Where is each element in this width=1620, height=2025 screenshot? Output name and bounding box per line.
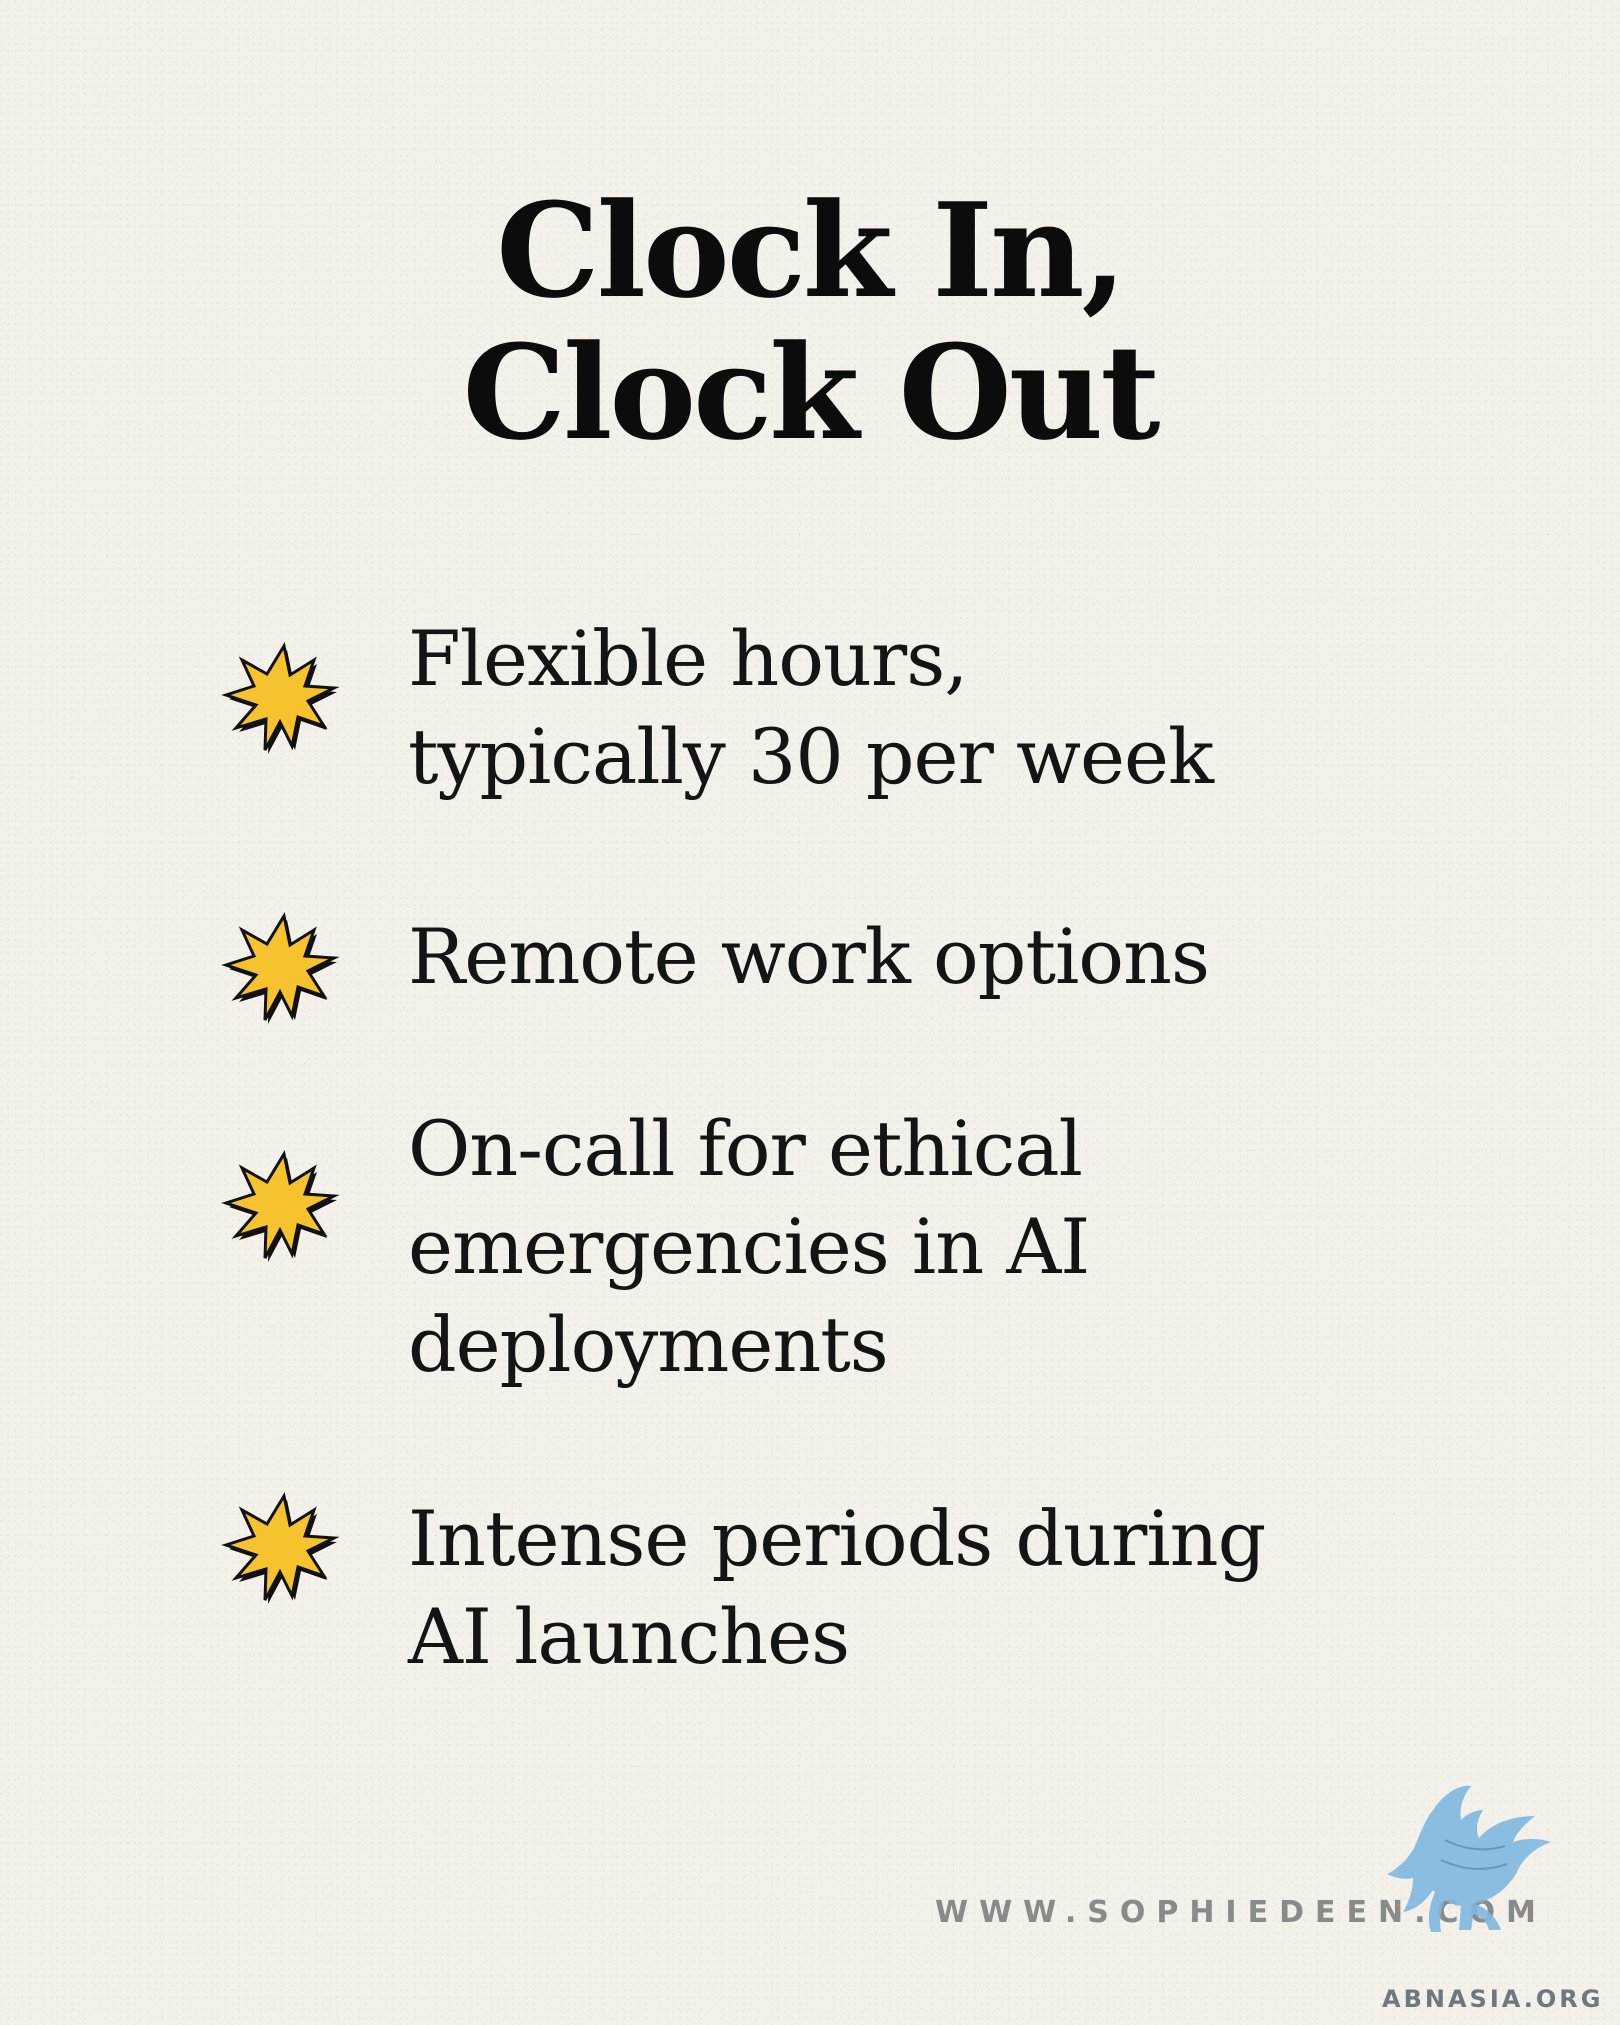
star-burst-icon bbox=[221, 641, 340, 754]
star-burst-icon bbox=[221, 1491, 340, 1604]
list-item-text: Intense periods during AI launches bbox=[408, 1494, 1266, 1681]
logo-text: ABNASIA.ORG bbox=[1382, 1985, 1604, 2013]
feature-list: Flexible hours, typically 30 per week Re… bbox=[0, 0, 1620, 2025]
star-burst-icon bbox=[221, 911, 340, 1024]
list-item-text: On-call for ethical emergencies in AI de… bbox=[408, 1104, 1090, 1389]
griffin-logo-icon bbox=[1387, 1785, 1551, 1932]
list-item-text: Flexible hours, typically 30 per week bbox=[408, 614, 1214, 801]
list-item-text: Remote work options bbox=[408, 912, 1210, 1001]
star-burst-icon bbox=[221, 1149, 340, 1262]
